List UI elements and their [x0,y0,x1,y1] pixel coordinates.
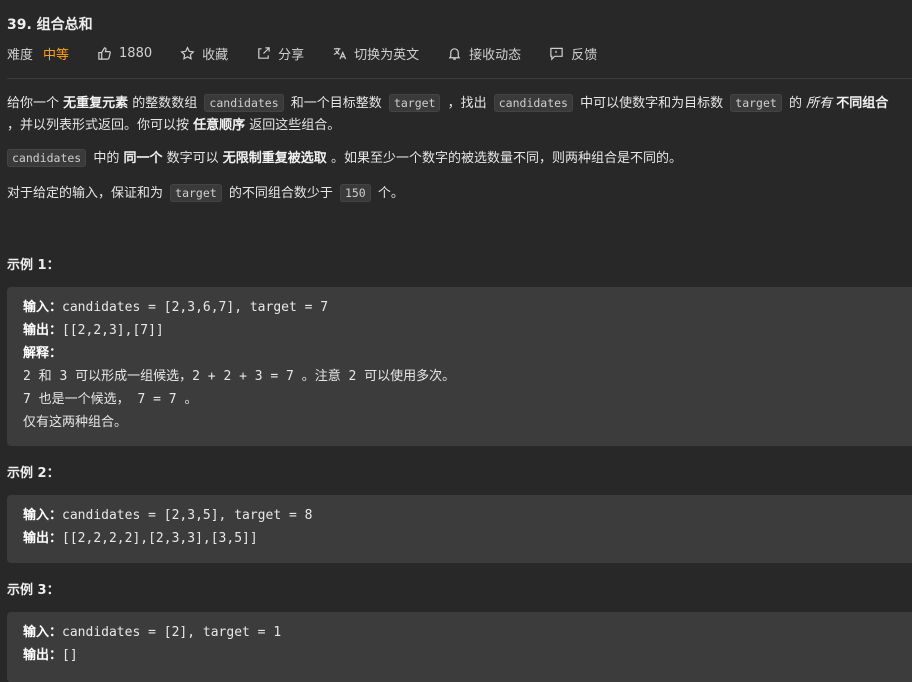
share-icon [258,46,270,59]
feedback-icon [550,47,563,61]
example-input: candidates = [2], target = 1 [62,625,282,640]
problem-title: 39. 组合总和 [7,17,93,33]
explanation-line: 7 也是一个候选， 7 = 7 。 [23,392,198,407]
explanation-label: 解释： [23,346,63,361]
explanation-line: 仅有这两种组合。 [23,415,128,430]
like-count: 1880 [119,45,153,61]
input-label: 输入： [23,300,63,315]
translate-icon [333,47,347,59]
header-divider [7,78,912,79]
example-input: candidates = [2,3,6,7], target = 7 [62,300,329,315]
inline-code: target [170,184,222,202]
inline-code: candidates [493,94,573,112]
text: 中可以使数字和为目标数 [576,96,728,111]
difficulty-label: 难度 [7,47,34,63]
output-label: 输出： [23,323,63,338]
share-label: 分享 [278,47,305,63]
inline-code: target [388,94,441,112]
output-label: 输出： [23,648,63,663]
text: 给你一个 [7,96,64,111]
favorite-button[interactable]: 收藏 [180,44,228,63]
like-button[interactable]: 1880 [97,46,152,61]
text: ，找出 [443,96,491,111]
notify-button[interactable]: 接收动态 [447,44,521,63]
description-paragraph-1: 给你一个 无重复元素 的整数数组 candidates 和一个目标整数 targ… [7,92,912,137]
text: 对于给定的输入，保证和为 [7,186,168,201]
input-label: 输入： [23,508,63,523]
example-1-box: 输入：candidates = [2,3,6,7], target = 7 输出… [7,287,912,446]
text: 中的 [89,151,124,166]
example-input: candidates = [2,3,5], target = 8 [62,508,313,523]
example-3-heading: 示例 3： [7,583,60,598]
text: 的整数数组 [128,96,202,111]
notify-label: 接收动态 [469,47,522,63]
text: 的 [784,96,807,111]
inline-code: candidates [204,94,284,112]
star-icon [180,45,195,60]
inline-code: target [730,94,782,112]
share-button[interactable]: 分享 [256,44,304,63]
favorite-label: 收藏 [202,47,229,63]
description-paragraph-3: 对于给定的输入，保证和为 target 的不同组合数少于 150 个。 [7,182,912,205]
text: 和一个目标整数 [286,96,386,111]
switch-language-label: 切换为英文 [354,47,420,63]
bell-icon [448,47,461,60]
text: 返回这些组合。 [245,118,341,133]
text: 个。 [373,186,404,201]
description-paragraph-2: candidates 中的 同一个 数字可以 无限制重复被选取 。如果至少一个数… [7,147,912,170]
text: 数字可以 [162,151,223,166]
feedback-label: 反馈 [571,47,598,63]
text: 。如果至少一个数字的被选数量不同，则两种组合是不同的。 [326,151,682,166]
example-output: [[2,2,2,2],[2,3,3],[3,5]] [62,531,258,546]
thumbs-up-icon [98,46,111,60]
example-2-box: 输入：candidates = [2,3,5], target = 8 输出：[… [7,495,912,563]
input-label: 输入： [23,625,63,640]
inline-code: 150 [339,184,371,202]
bold-text: 不同组合 [836,96,889,111]
text: 的不同组合数少于 [224,186,337,201]
example-output: [] [62,648,78,663]
bold-text: 同一个 [123,151,163,166]
inline-code: candidates [7,149,87,167]
example-3-box: 输入：candidates = [2], target = 1 输出：[] [7,612,912,682]
switch-language-button[interactable]: 切换为英文 [332,44,419,63]
bold-text: 无重复元素 [63,96,129,111]
example-1-heading: 示例 1： [7,258,60,273]
example-output: [[2,2,3],[7]] [62,323,164,338]
example-2-heading: 示例 2： [7,466,60,481]
output-label: 输出： [23,531,63,546]
problem-meta-bar: 难度 中等 1880 收藏 分享 切换为英文 接收动态 反馈 [7,44,625,63]
text: ，并以列表形式返回。你可以按 [7,118,194,133]
bold-text: 任意顺序 [193,118,246,133]
italic-text: 所有 [806,96,833,111]
bold-text: 无限制重复被选取 [222,151,327,166]
explanation-line: 2 和 3 可以形成一组候选，2 + 2 + 3 = 7 。注意 2 可以使用多… [23,369,456,384]
feedback-button[interactable]: 反馈 [549,44,597,63]
difficulty-badge: 中等 [43,47,70,63]
